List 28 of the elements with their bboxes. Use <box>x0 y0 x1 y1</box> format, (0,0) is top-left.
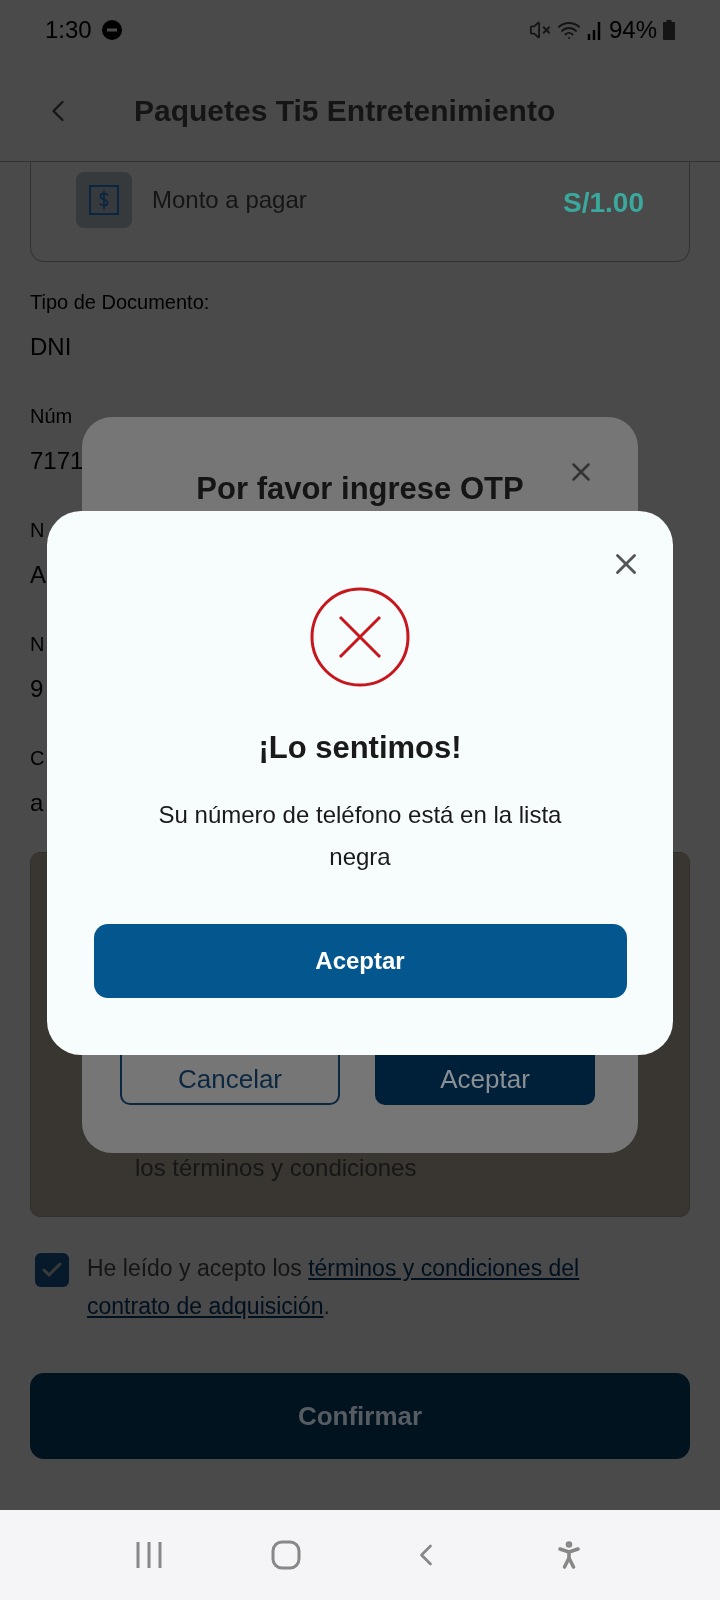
error-icon <box>310 587 410 687</box>
terms-link[interactable]: contrato de adquisición <box>87 1293 324 1319</box>
field-value: DNI <box>30 332 72 362</box>
error-message: Su número de teléfono está en la lista negra <box>157 799 563 872</box>
consent-checkbox[interactable] <box>35 1253 69 1287</box>
error-title: ¡Lo sentimos! <box>258 729 462 767</box>
dollar-icon <box>89 185 119 215</box>
field-value: A <box>30 560 46 590</box>
field-value: 9 <box>30 674 44 704</box>
signal-icon <box>586 20 603 40</box>
status-time: 1:30 <box>45 15 92 45</box>
accept-button[interactable]: Aceptar <box>93 923 627 998</box>
battery-icon <box>663 20 675 40</box>
field-label: Tipo de Documento: <box>30 290 210 315</box>
amount-value: S/1.00 <box>563 186 644 220</box>
mute-icon <box>528 19 551 41</box>
field-value: a <box>30 788 44 818</box>
home-icon[interactable] <box>270 1540 301 1570</box>
field-label: N <box>30 632 45 657</box>
terms-link[interactable]: términos y condiciones del <box>308 1255 580 1281</box>
do-not-disturb-icon <box>101 20 122 40</box>
battery-percentage: 94% <box>608 15 657 45</box>
field-label: N <box>30 518 45 543</box>
otp-title: Por favor ingrese OTP <box>196 471 524 507</box>
field-label: Núm <box>30 404 73 429</box>
field-value: 7171 <box>30 446 84 476</box>
field-label: C <box>30 746 45 771</box>
confirm-button[interactable]: Confirmar <box>30 1373 690 1459</box>
